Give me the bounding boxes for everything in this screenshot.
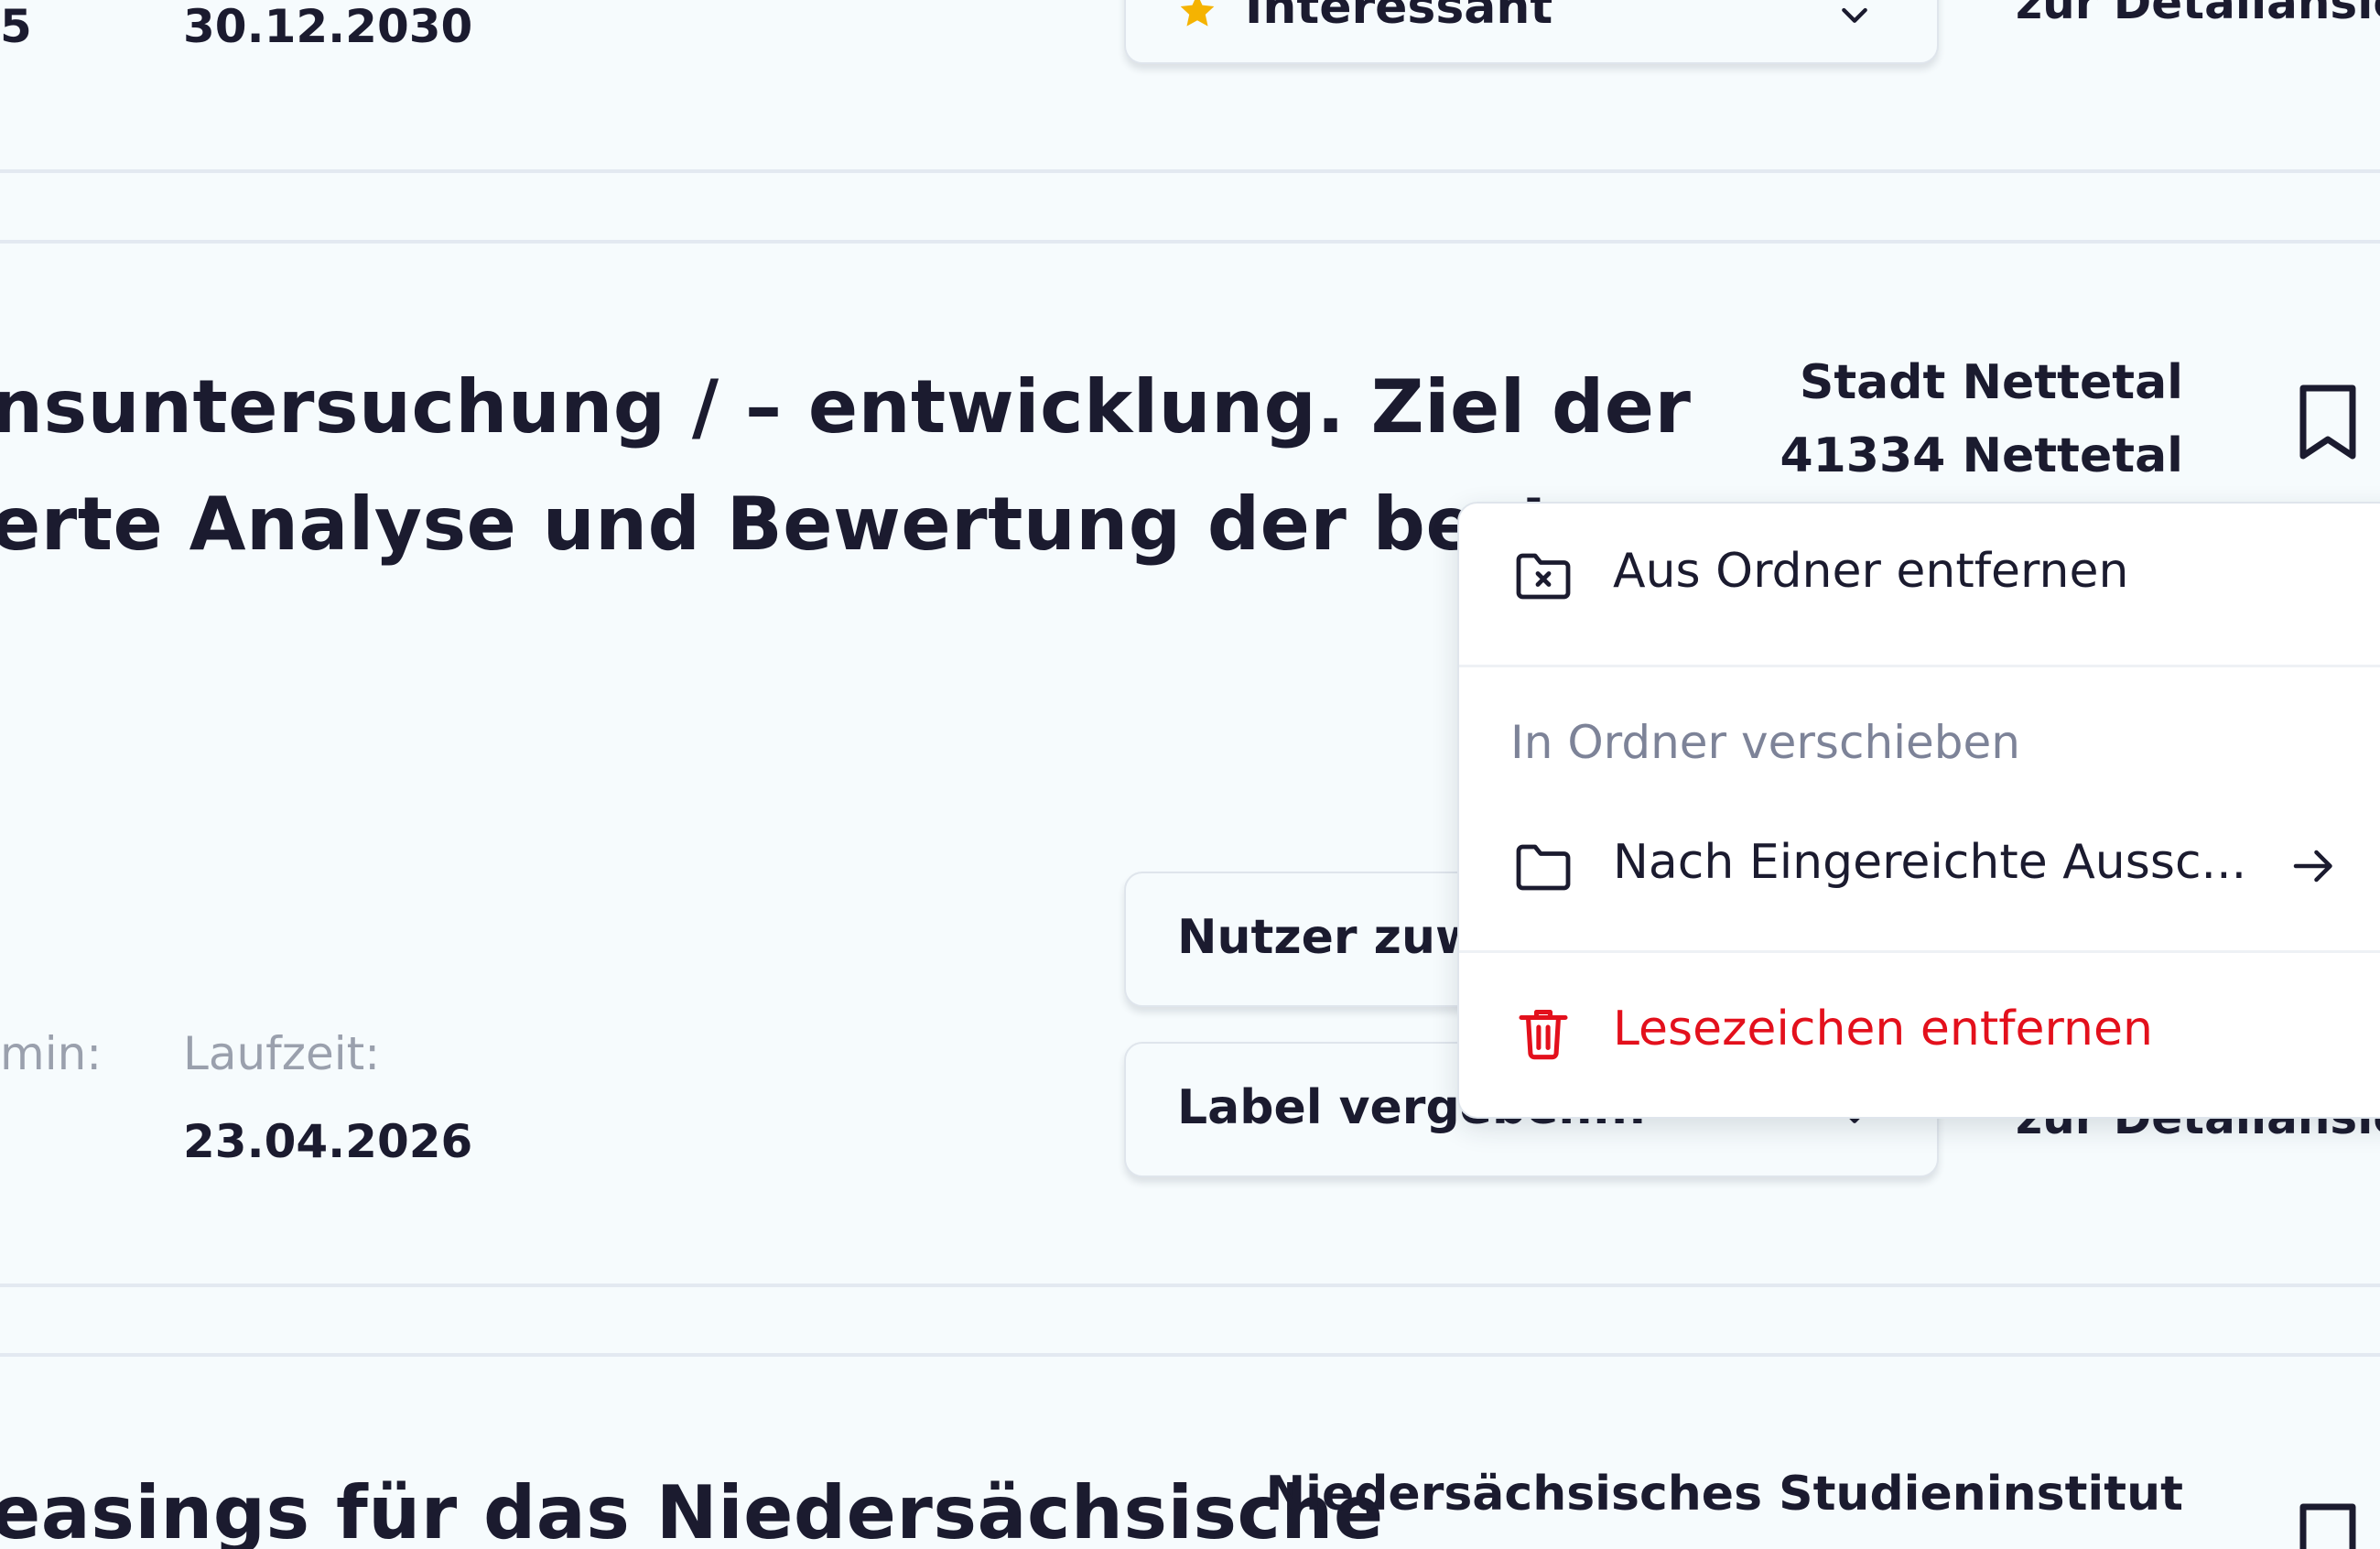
folder-x-icon [1510,542,1576,608]
card-divider [0,169,2380,173]
tender-title-line-1[interactable]: nsuntersuchung / – entwicklung. Ziel der [0,364,1692,450]
arrow-right-icon [2287,839,2342,894]
menu-separator [1459,950,2380,953]
folder-icon [1510,833,1576,899]
menu-item-remove-bookmark[interactable]: Lesezeichen entfernen [1459,961,2380,1099]
chevron-down-icon [1836,0,1873,33]
label-select-top-value: Interessant [1245,0,1553,35]
menu-item-label: Lesezeichen entfernen [1613,1002,2153,1056]
menu-section-heading: In Ordner verschieben [1510,716,2020,769]
menu-item-label: Aus Ordner entfernen [1613,544,2129,599]
deadline-value: 30.12.2030 [183,0,473,53]
org-city: 41334 Nettetal [1780,428,2183,483]
bookmark-context-menu: Aus Ordner entfernen In Ordner verschieb… [1457,502,2380,1119]
menu-item-remove-from-folder[interactable]: Aus Ordner entfernen [1459,504,2380,641]
tender-title-line-2[interactable]: erte Analyse und Bewertung der best [0,482,1555,567]
runtime-value: 23.04.2026 [183,1115,473,1168]
meta-left-label: min: [0,1027,103,1080]
tender-list-page: 5 30.12.2030 Interessant zur Detailansic… [0,0,2380,1549]
trash-icon [1510,1000,1576,1066]
bookmark-icon[interactable] [2296,383,2360,461]
detail-link-top[interactable]: zur Detailansicht [2016,0,2380,29]
org-name: Stadt Nettetal [1799,355,2183,410]
runtime-label: Laufzeit: [183,1027,381,1080]
menu-item-label: Nach Eingereichte Aussc... [1613,835,2247,890]
left-fragment: 5 [0,0,32,53]
org-name-bottom: Niedersächsisches Studieninstitut [1265,1467,2183,1522]
menu-separator [1459,665,2380,667]
assign-user-select-value: Nutzer zuw [1177,910,1480,965]
label-select-top[interactable]: Interessant [1124,0,1939,64]
tender-title-bottom[interactable]: easings für das Niedersächsische [0,1470,1384,1549]
card-divider [0,1284,2380,1287]
menu-item-move-to-folder[interactable]: Nach Eingereichte Aussc... [1459,806,2380,943]
bookmark-icon[interactable] [2296,1501,2360,1549]
star-icon [1177,0,1217,27]
